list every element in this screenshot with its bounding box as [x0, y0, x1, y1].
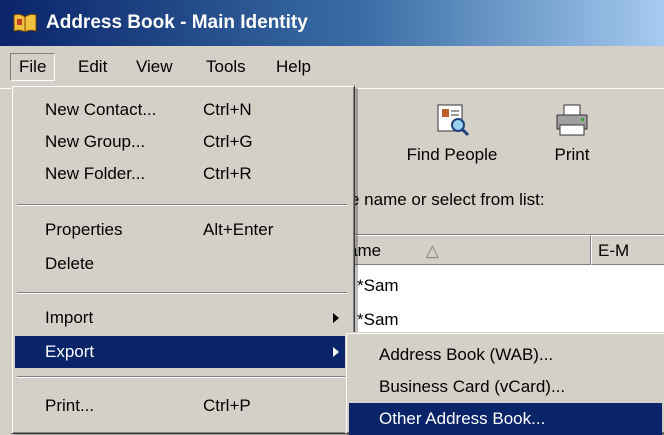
menu-item-import[interactable]: Import [15, 302, 351, 334]
printer-icon [556, 104, 588, 136]
find-people-icon [437, 104, 470, 137]
menu-separator [17, 376, 347, 378]
menu-separator [17, 204, 347, 206]
find-people-label: Find People [406, 145, 498, 164]
export-submenu: Address Book (WAB)... Business Card (vCa… [345, 332, 664, 435]
menu-item-properties[interactable]: Properties Alt+Enter [15, 214, 351, 246]
menu-item-export-vcard[interactable]: Business Card (vCard)... [349, 371, 662, 403]
window-title: Address Book - Main Identity [46, 12, 308, 33]
print-button[interactable]: Print [532, 89, 612, 185]
menu-separator [17, 292, 347, 294]
column-header-email[interactable]: E-M [591, 235, 664, 265]
address-book-icon [13, 13, 37, 33]
print-label: Print [554, 145, 590, 164]
file-menu: New Contact... Ctrl+N New Group... Ctrl+… [11, 85, 355, 434]
submenu-arrow-icon [333, 347, 339, 357]
menu-view[interactable]: View [128, 54, 181, 80]
menu-item-new-contact[interactable]: New Contact... Ctrl+N [15, 94, 351, 126]
submenu-arrow-icon [333, 313, 339, 323]
menu-item-export[interactable]: Export [15, 336, 351, 368]
list-item[interactable]: *Sam [341, 305, 664, 335]
find-people-button[interactable]: Find People [382, 89, 522, 185]
menu-file[interactable]: File [10, 53, 56, 81]
sort-ascending-icon: △ [425, 241, 439, 260]
menu-item-new-folder[interactable]: New Folder... Ctrl+R [15, 158, 351, 190]
menu-item-new-group[interactable]: New Group... Ctrl+G [15, 126, 351, 158]
menu-bar: File Edit View Tools Help [0, 46, 664, 88]
column-header-name[interactable]: ame △ [341, 235, 591, 265]
menu-edit[interactable]: Edit [70, 54, 115, 80]
contact-name: *Sam [357, 310, 399, 329]
menu-item-print[interactable]: Print... Ctrl+P [15, 390, 351, 422]
search-prompt: e name or select from list: [350, 190, 545, 209]
menu-tools[interactable]: Tools [198, 54, 254, 80]
menu-item-export-wab[interactable]: Address Book (WAB)... [349, 339, 662, 371]
list-item[interactable]: *Sam [341, 271, 664, 301]
title-bar[interactable]: Address Book - Main Identity [0, 0, 664, 46]
column-email-label: E-M [598, 241, 630, 260]
menu-item-delete[interactable]: Delete [15, 248, 351, 280]
menu-item-export-other-address-book[interactable]: Other Address Book... [349, 403, 662, 435]
menu-help[interactable]: Help [268, 54, 319, 80]
contact-name: *Sam [357, 276, 399, 295]
